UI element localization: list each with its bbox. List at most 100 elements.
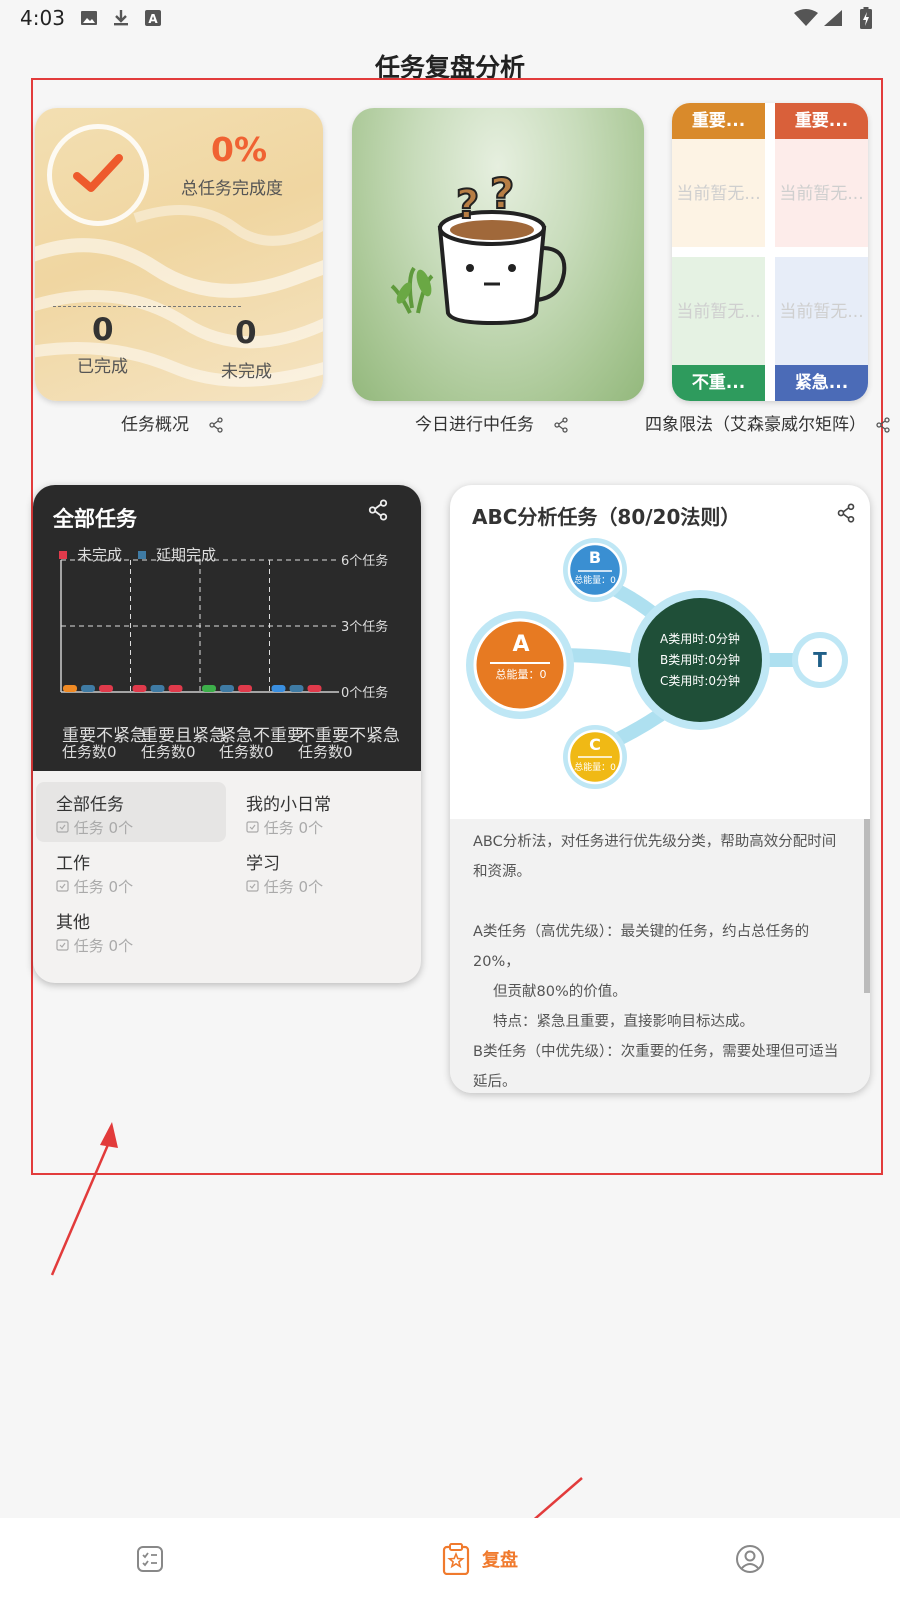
- abc-description: ABC分析法，对任务进行优先级分类，帮助高效分配时间和资源。 A类任务（高优先级…: [450, 819, 870, 1093]
- time-a: A类用时:0分钟: [660, 632, 740, 646]
- node-a-label: A: [512, 632, 530, 657]
- matrix-caption[interactable]: 四象限法（艾森豪威尔矩阵）: [645, 410, 891, 435]
- desc-line: 但贡献80%的价值。: [493, 984, 627, 1000]
- quadrant-empty-text: 当前暂无...: [779, 184, 864, 204]
- svg-text:?: ?: [490, 169, 514, 218]
- download-notification-icon: [114, 10, 128, 26]
- share-icon[interactable]: [208, 417, 224, 433]
- image-notification-icon: [81, 11, 97, 25]
- bar: [132, 685, 147, 692]
- list-count-text: 任务 0个: [73, 937, 134, 955]
- svg-text:A: A: [148, 12, 158, 26]
- quadrant-footer: 紧急...: [775, 365, 868, 401]
- today-caption-text: 今日进行中任务: [415, 415, 534, 435]
- bar: [168, 685, 183, 692]
- completion-percent: 0%: [211, 130, 268, 169]
- quadrant-important-not-urgent[interactable]: 重要... 当前暂无...: [672, 103, 765, 247]
- battery-icon: [860, 7, 872, 29]
- list-item-work[interactable]: 工作 任务 0个: [36, 841, 226, 901]
- description-scrollbar[interactable]: [864, 819, 870, 993]
- quadrant-urgent-not-important[interactable]: 当前暂无... 紧急...: [775, 257, 868, 401]
- quadrant-empty-text: 当前暂无...: [779, 302, 864, 322]
- abc-title: ABC分析任务（80/20法则）: [472, 505, 741, 529]
- quadrant-header: 重要...: [672, 103, 765, 139]
- share-icon[interactable]: [875, 417, 891, 433]
- calendar-icon: [246, 821, 259, 833]
- all-tasks-card[interactable]: 全部任务 未完成 延期完成 6个任务 3个任务 0个任务 重要不紧急 重要且紧急 紧…: [33, 485, 421, 983]
- nav-review-label: 复盘: [482, 1550, 518, 1571]
- svg-text:?: ?: [456, 182, 479, 228]
- status-bar: 4:03 A: [0, 0, 900, 36]
- bar: [289, 685, 304, 692]
- divider: [53, 306, 241, 307]
- node-c-total: 总能量：0: [574, 763, 616, 773]
- font-notification-icon: A: [145, 10, 161, 26]
- time-c: C类用时:0分钟: [659, 674, 741, 688]
- category-count: 任务数0: [62, 743, 117, 761]
- bar: [150, 685, 165, 692]
- bar: [81, 685, 95, 692]
- list-name: 其他: [56, 913, 90, 933]
- nav-profile[interactable]: [710, 1518, 790, 1600]
- desc-line: 特点：紧急且重要，直接影响目标达成。: [493, 1014, 754, 1030]
- list-count: 任务 0个: [246, 817, 416, 838]
- quadrant-important-urgent[interactable]: 重要... 当前暂无...: [775, 103, 868, 247]
- y-tick-label: 6个任务: [341, 553, 388, 569]
- list-count: 任务 0个: [246, 876, 416, 897]
- calendar-icon: [246, 880, 259, 892]
- category-count: 任务数0: [141, 743, 196, 761]
- node-b-label: B: [588, 548, 602, 567]
- today-caption[interactable]: 今日进行中任务: [415, 410, 569, 435]
- calendar-icon: [56, 880, 69, 892]
- list-count-text: 任务 0个: [263, 878, 324, 896]
- desc-line: ABC分析法，对任务进行优先级分类，帮助高效分配时间和资源。: [473, 834, 837, 880]
- checkmark-icon: [73, 154, 123, 192]
- list-count-text: 任务 0个: [73, 819, 134, 837]
- matrix-caption-text: 四象限法（艾森豪威尔矩阵）: [645, 415, 866, 435]
- completed-count: 0: [92, 312, 114, 348]
- list-name: 学习: [246, 854, 280, 874]
- list-item-other[interactable]: 其他 任务 0个: [36, 900, 226, 960]
- bar: [307, 685, 322, 692]
- bottom-navigation: 复盘: [0, 1518, 900, 1600]
- nav-review[interactable]: 复盘: [420, 1518, 540, 1600]
- four-quadrant-card[interactable]: 重要... 当前暂无... 重要... 当前暂无... 当前暂无... 不重..…: [672, 103, 868, 401]
- task-overview-card[interactable]: 0% 总任务完成度 0 已完成 0 未完成: [35, 108, 323, 401]
- list-count: 任务 0个: [56, 935, 226, 956]
- list-item-study[interactable]: 学习 任务 0个: [226, 841, 416, 901]
- bar: [202, 685, 216, 692]
- list-count: 任务 0个: [56, 817, 226, 838]
- share-icon[interactable]: [553, 417, 569, 433]
- list-name: 我的小日常: [246, 795, 331, 815]
- list-count-text: 任务 0个: [73, 878, 134, 896]
- clipboard-star-icon: [442, 1543, 470, 1575]
- node-t-label: T: [813, 648, 827, 672]
- quadrant-header: 重要...: [775, 103, 868, 139]
- bar: [220, 685, 234, 692]
- desc-line: A类任务（高优先级）：最关键的任务，约占总任务的20%，: [473, 924, 810, 970]
- today-tasks-card[interactable]: ? ?: [352, 108, 644, 401]
- completion-label: 总任务完成度: [181, 179, 283, 199]
- list-item-daily[interactable]: 我的小日常 任务 0个: [226, 782, 416, 842]
- bar: [271, 685, 286, 692]
- completed-label: 已完成: [77, 357, 128, 377]
- abc-analysis-card[interactable]: ABC分析任务（80/20法则） A 总能量：0 B 总能量：0 C 总能量：0…: [450, 485, 870, 1093]
- node-c-label: C: [589, 735, 601, 754]
- checklist-icon: [137, 1546, 163, 1572]
- uncompleted-label: 未完成: [221, 362, 272, 382]
- list-name: 工作: [56, 854, 90, 874]
- list-name: 全部任务: [56, 795, 124, 815]
- y-tick-label: 0个任务: [341, 685, 388, 701]
- signal-icon: [824, 10, 842, 26]
- share-icon[interactable]: [836, 503, 856, 523]
- status-time: 4:03: [20, 6, 65, 30]
- node-b-total: 总能量：0: [574, 576, 616, 586]
- calendar-icon: [56, 939, 69, 951]
- desc-line: [473, 887, 846, 917]
- quadrant-empty-text: 当前暂无...: [676, 302, 761, 322]
- quadrant-not-important-not-urgent[interactable]: 当前暂无... 不重...: [672, 257, 765, 401]
- nav-tasks[interactable]: [110, 1518, 190, 1600]
- calendar-icon: [56, 821, 69, 833]
- overview-caption[interactable]: 任务概况: [121, 410, 224, 435]
- list-item-all[interactable]: 全部任务 任务 0个: [36, 782, 226, 842]
